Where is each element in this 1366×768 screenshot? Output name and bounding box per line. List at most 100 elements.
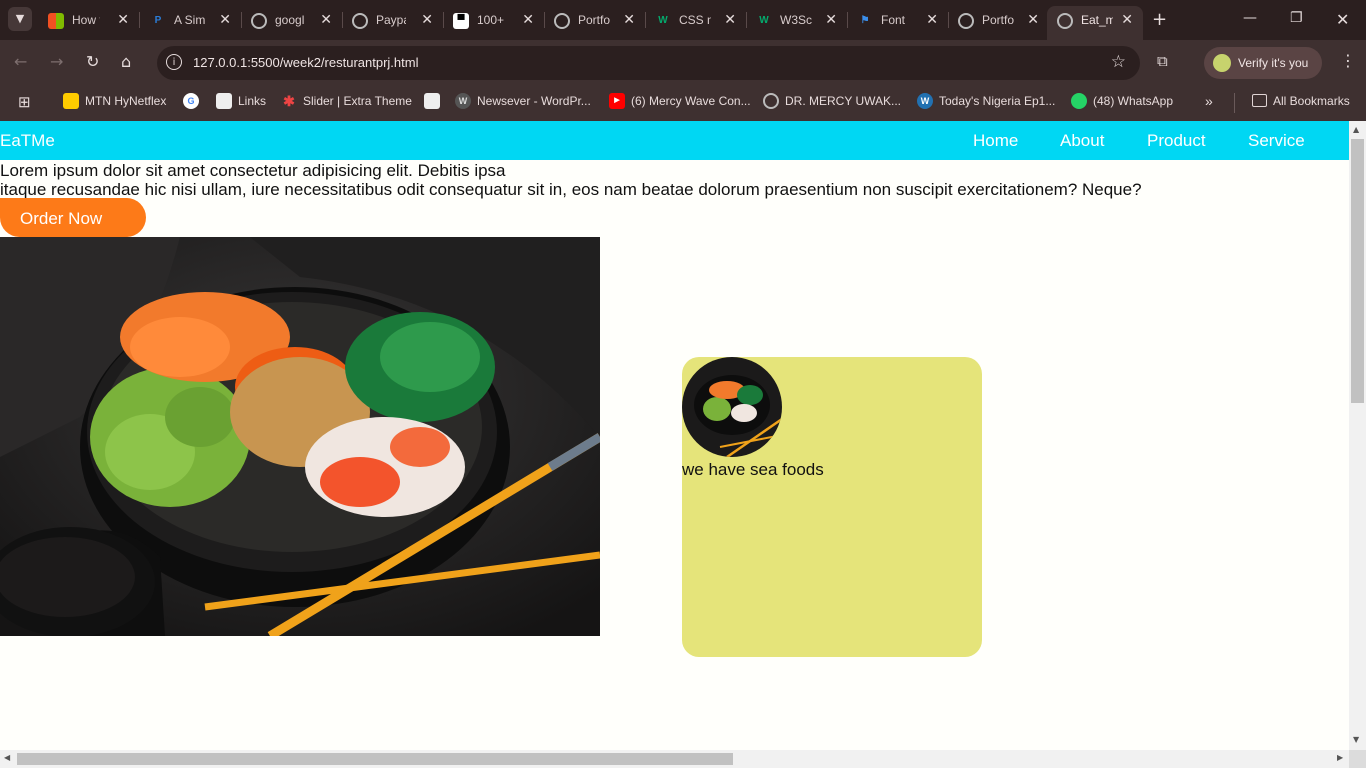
unsplash-icon: ▀ (453, 13, 469, 29)
close-tab-icon[interactable]: ✕ (117, 11, 129, 28)
close-tab-icon[interactable]: ✕ (1121, 11, 1133, 28)
more-bookmarks-icon[interactable]: » (1205, 93, 1213, 113)
bookmark-item[interactable]: W Newsever - WordPr... (455, 93, 591, 113)
bookmark-item[interactable]: DR. MERCY UWAK... (763, 93, 901, 113)
google-icon: G (183, 93, 199, 109)
close-window-icon[interactable]: ✕ (1336, 10, 1349, 29)
w3schools-icon: W (759, 15, 769, 26)
all-bookmarks[interactable]: All Bookmarks (1234, 93, 1350, 113)
site-brand[interactable]: EaTMe (0, 131, 55, 151)
mtn-icon (63, 93, 79, 109)
globe-icon (958, 13, 974, 29)
tab-title: 100+ (477, 13, 505, 27)
whatsapp-icon (1071, 93, 1087, 109)
bookmark-item[interactable]: W Today's Nigeria Ep1... (917, 93, 1055, 113)
tab[interactable]: ⚑ Font ✕ (847, 4, 949, 36)
tab[interactable]: P A Sim ✕ (140, 4, 242, 36)
nav-about[interactable]: About (1060, 131, 1104, 151)
globe-icon (1057, 13, 1073, 29)
tab[interactable]: Paypa ✕ (342, 4, 444, 36)
avatar (1213, 54, 1231, 72)
tab[interactable]: W W3Sc ✕ (746, 4, 848, 36)
close-tab-icon[interactable]: ✕ (724, 11, 736, 28)
tab[interactable]: googl ✕ (241, 4, 343, 36)
flag-icon: ⚑ (860, 15, 870, 26)
tab-title: Font (881, 13, 906, 27)
intro-paragraph: Lorem ipsum dolor sit amet consectetur a… (0, 161, 1349, 199)
horizontal-scroll-thumb[interactable] (17, 753, 733, 765)
tab[interactable]: Portfo ✕ (948, 4, 1049, 36)
profile-button[interactable]: Verify it's you (1204, 47, 1322, 79)
site-info-icon[interactable]: i (166, 54, 182, 70)
reload-icon[interactable]: ↻ (86, 52, 99, 71)
new-tab-button[interactable]: + (1152, 9, 1167, 30)
tab-title: CSS n (679, 13, 711, 27)
horizontal-scrollbar[interactable]: ◀ ▶ (0, 750, 1349, 768)
tab[interactable]: ▀ 100+ ✕ (443, 4, 545, 36)
tab-title: W3Sc (780, 13, 812, 27)
nav-product[interactable]: Product (1147, 131, 1206, 151)
scroll-up-icon[interactable]: ▲ (1353, 125, 1359, 134)
star-icon: ✱ (283, 93, 295, 109)
tab-title: Paypa (376, 13, 406, 27)
restore-icon[interactable]: ❐ (1290, 10, 1303, 26)
bookmark-item[interactable]: Links (216, 93, 266, 113)
intro-line: itaque recusandae hic nisi ullam, iure n… (0, 180, 1142, 199)
close-tab-icon[interactable]: ✕ (623, 11, 635, 28)
tab[interactable]: How t ✕ (38, 4, 140, 36)
tab[interactable]: Portfo ✕ (544, 4, 646, 36)
tab-title: How t (72, 13, 100, 27)
tab-search-button[interactable]: ▼ (8, 7, 32, 31)
feature-card: we have sea foods (682, 357, 982, 657)
bookmark-item[interactable]: MTN HyNetflex (63, 93, 166, 113)
menu-kebab-icon[interactable]: ⋮ (1340, 51, 1356, 70)
close-tab-icon[interactable]: ✕ (926, 11, 938, 28)
vertical-scrollbar[interactable]: ▲ ▼ (1349, 121, 1366, 750)
extensions-icon[interactable]: ⧉ (1157, 52, 1168, 70)
bookmark-item[interactable]: G (183, 93, 205, 113)
bookmark-item[interactable] (424, 93, 446, 113)
doc-icon (424, 93, 440, 109)
page-viewport: EaTMe Home About Product Service Lorem i… (0, 121, 1349, 750)
site-navbar: EaTMe Home About Product Service (0, 121, 1349, 160)
scroll-right-icon[interactable]: ▶ (1337, 753, 1343, 762)
forward-icon[interactable]: → (50, 52, 63, 71)
globe-icon (763, 93, 779, 109)
close-tab-icon[interactable]: ✕ (421, 11, 433, 28)
nav-service[interactable]: Service (1248, 131, 1305, 151)
address-url[interactable]: 127.0.0.1:5500/week2/resturantprj.html (193, 55, 418, 70)
wordpress-icon: W (917, 93, 933, 109)
tab-strip: ▼ How t ✕ P A Sim ✕ googl ✕ Paypa ✕ ▀ 10… (0, 0, 1366, 40)
folder-icon (1252, 94, 1267, 108)
scroll-down-icon[interactable]: ▼ (1353, 735, 1359, 744)
bookmark-star-icon[interactable]: ☆ (1111, 52, 1126, 72)
doc-icon (216, 93, 232, 109)
apps-grid-icon[interactable]: ⊞ (18, 93, 31, 113)
scroll-left-icon[interactable]: ◀ (4, 753, 10, 762)
bookmark-item[interactable]: ✱ Slider | Extra Theme (281, 93, 412, 113)
close-tab-icon[interactable]: ✕ (219, 11, 231, 28)
tab[interactable]: W CSS n ✕ (645, 4, 747, 36)
tab-title: googl (275, 13, 305, 27)
close-tab-icon[interactable]: ✕ (1027, 11, 1039, 28)
home-icon[interactable]: ⌂ (121, 52, 131, 71)
close-tab-icon[interactable]: ✕ (522, 11, 534, 28)
close-tab-icon[interactable]: ✕ (320, 11, 332, 28)
order-now-button[interactable]: Order Now (0, 198, 146, 237)
address-bar[interactable]: i 127.0.0.1:5500/week2/resturantprj.html… (157, 46, 1140, 80)
card-caption: we have sea foods (682, 460, 824, 479)
globe-icon (251, 13, 267, 29)
tab-title: Portfo (578, 13, 610, 27)
tab-active[interactable]: Eat_m ✕ (1047, 6, 1143, 40)
nav-home[interactable]: Home (973, 131, 1018, 151)
vertical-scroll-thumb[interactable] (1351, 139, 1364, 403)
bookmark-item[interactable]: ▶ (6) Mercy Wave Con... (609, 93, 751, 113)
tab-title: Portfo (982, 13, 1014, 27)
bookmark-item[interactable]: (48) WhatsApp (1071, 93, 1173, 113)
back-icon[interactable]: ← (14, 52, 27, 71)
tab-title: Eat_m (1081, 13, 1113, 27)
hero-food-image (0, 237, 600, 636)
minimize-icon[interactable]: — (1243, 10, 1257, 26)
close-tab-icon[interactable]: ✕ (825, 11, 837, 28)
globe-icon (554, 13, 570, 29)
